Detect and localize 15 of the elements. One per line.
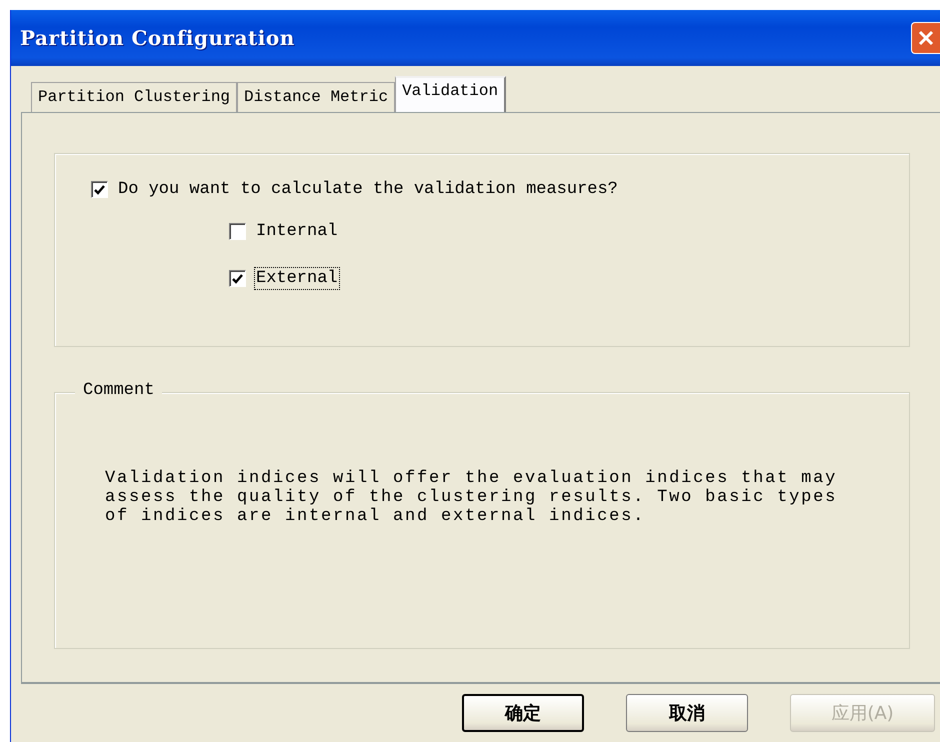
- checkbox-label: Internal: [255, 221, 339, 243]
- dialog-button[interactable]: 确定: [462, 694, 584, 732]
- window-title: Partition Configuration: [20, 26, 295, 50]
- checkbox[interactable]: [229, 223, 246, 240]
- tab[interactable]: Validation: [395, 76, 506, 112]
- dialog-button[interactable]: 取消: [626, 694, 748, 732]
- checkbox-label: Do you want to calculate the validation measures?: [117, 179, 619, 201]
- checkbox[interactable]: [229, 270, 246, 287]
- checkbox[interactable]: [91, 181, 108, 198]
- tab[interactable]: Partition Clustering: [31, 82, 238, 112]
- close-button[interactable]: [911, 22, 940, 54]
- comment-text: Validation indices will offer the evaluation indices that may assess the quality of the clustering results. Two basic types of indices are internal and external indices.: [105, 469, 838, 526]
- checkbox-label: External: [254, 267, 340, 290]
- tab[interactable]: Distance Metric: [237, 82, 396, 112]
- close-icon: [917, 29, 935, 47]
